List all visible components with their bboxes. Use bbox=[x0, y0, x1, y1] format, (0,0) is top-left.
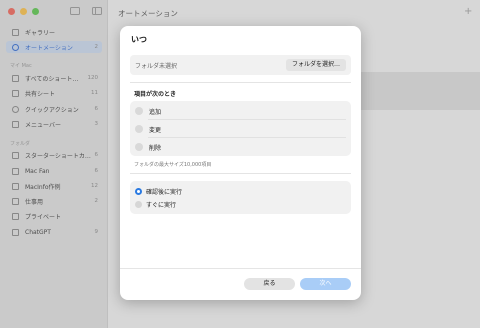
folder-max-size-note: フォルダの最大サイズ10,000項目 bbox=[134, 162, 212, 168]
radio-run-immediately[interactable]: すぐに実行 bbox=[135, 200, 176, 209]
checkbox-deleted-control[interactable] bbox=[135, 143, 143, 151]
divider bbox=[148, 137, 346, 138]
checkbox-changed-label: 変更 bbox=[149, 126, 162, 134]
checkbox-added[interactable]: 追加 bbox=[135, 105, 346, 117]
divider bbox=[130, 173, 351, 174]
checkbox-deleted[interactable]: 削除 bbox=[135, 141, 346, 153]
divider bbox=[148, 119, 346, 120]
when-section-title: 項目が次のとき bbox=[134, 91, 177, 98]
radio-selected-icon[interactable] bbox=[135, 188, 142, 195]
checkbox-changed-control[interactable] bbox=[135, 125, 143, 133]
checkbox-added-control[interactable] bbox=[135, 107, 143, 115]
checkbox-deleted-label: 削除 bbox=[149, 144, 162, 152]
choose-folder-button[interactable]: フォルダを選択… bbox=[285, 59, 346, 71]
back-button[interactable]: 戻る bbox=[244, 278, 295, 290]
radio-unselected-icon[interactable] bbox=[135, 201, 142, 208]
radio-run-after-confirm[interactable]: 確認後に実行 bbox=[135, 187, 182, 196]
run-mode-radio-group: 確認後に実行 すぐに実行 bbox=[130, 181, 351, 214]
checkbox-added-label: 追加 bbox=[149, 108, 162, 116]
automation-trigger-dialog: いつ フォルダ未選択 フォルダを選択… 項目が次のとき 追加 変更 削除 フォル… bbox=[120, 26, 361, 300]
folder-status-label: フォルダ未選択 bbox=[135, 63, 178, 70]
divider bbox=[130, 82, 351, 83]
checkbox-changed[interactable]: 変更 bbox=[135, 123, 346, 135]
next-button[interactable]: 次へ bbox=[300, 278, 351, 290]
event-checkbox-group: 追加 変更 削除 bbox=[130, 101, 351, 156]
radio-run-immediately-label: すぐに実行 bbox=[146, 202, 177, 209]
dialog-title: いつ bbox=[131, 35, 147, 44]
divider bbox=[120, 268, 361, 269]
app-window: ギャラリー オートメーション 2 マイ Mac すべてのショート… 120 共有… bbox=[0, 0, 480, 328]
folder-selector-row: フォルダ未選択 フォルダを選択… bbox=[130, 55, 351, 75]
radio-run-after-confirm-label: 確認後に実行 bbox=[146, 189, 183, 196]
